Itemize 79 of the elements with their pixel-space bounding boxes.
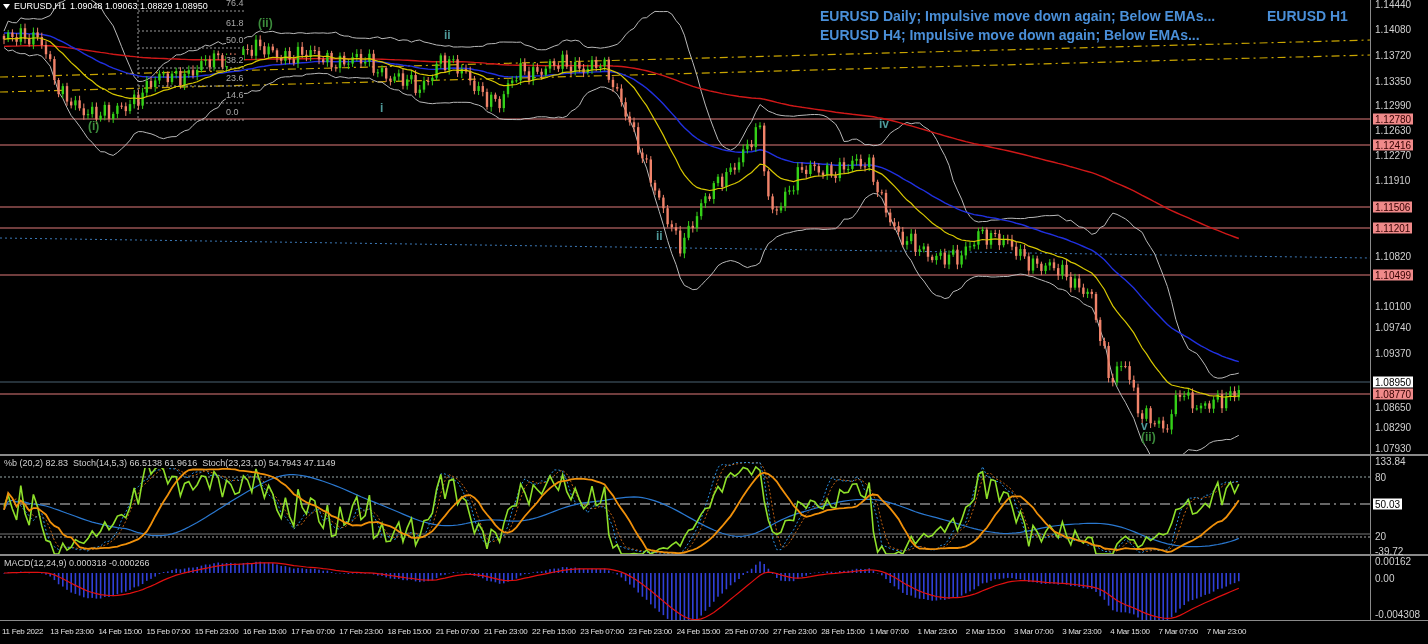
macd-tick-label: -0.004308 (1375, 608, 1421, 620)
fibonacci-level-label: 23.6 (226, 73, 244, 84)
time-tick-label: 25 Feb 07:00 (724, 626, 770, 637)
time-tick-label: 17 Feb 07:00 (291, 626, 336, 637)
fibonacci-level-label: 14.6 (226, 90, 244, 101)
time-tick-label: 4 Mar 15:00 (1110, 626, 1151, 637)
time-tick-label: 3 Mar 23:00 (1062, 626, 1103, 637)
price-tick-label: 1.14440 (1375, 0, 1412, 10)
wave-label: v (1141, 420, 1148, 432)
price-level-label: 1.08950 (1373, 376, 1414, 388)
price-tick-label: 1.14080 (1375, 23, 1412, 35)
price-tick-label: 1.07930 (1375, 442, 1412, 454)
price-level-label: 1.10499 (1373, 269, 1414, 281)
ohlc-values: 1.09048 1.09063 1.08829 1.08950 (70, 1, 208, 11)
oscillator-tick-label: -39.72 (1375, 545, 1404, 557)
chart-annotation: EURUSD H1 (1267, 8, 1348, 24)
macd-tick-label: 0.00162 (1375, 555, 1412, 567)
time-tick-label: 17 Feb 23:00 (339, 626, 384, 637)
time-tick-label: 28 Feb 15:00 (821, 626, 866, 637)
macd-tick-label: 0.00 (1375, 572, 1395, 584)
fibonacci-level-label: 38.2 (226, 55, 244, 66)
oscillator-tick-label: 80 (1375, 471, 1387, 483)
indicator-legend: MACD(12,24,9) 0.000318 -0.000266 (4, 558, 150, 568)
time-tick-label: 27 Feb 23:00 (773, 626, 818, 637)
time-tick-label: 7 Mar 07:00 (1158, 626, 1199, 637)
chart-annotation: EURUSD H4; Impulsive move down again; Below EMAs... (820, 27, 1200, 43)
price-level-label: 1.11506 (1373, 201, 1413, 213)
time-tick-label: 23 Feb 23:00 (628, 626, 673, 637)
time-tick-label: 18 Feb 15:00 (387, 626, 433, 637)
fibonacci-level-label: 0.0 (226, 107, 239, 118)
price-level-label: 1.12416 (1373, 139, 1414, 151)
time-tick-label: 16 Feb 15:00 (242, 626, 288, 637)
time-tick-label: 11 Feb 2022 (2, 626, 45, 637)
time-tick-label: 7 Mar 23:00 (1206, 626, 1248, 637)
time-tick-label: 1 Mar 23:00 (917, 626, 958, 637)
wave-label: (i) (88, 120, 100, 132)
oscillator-tick-label: 20 (1375, 530, 1387, 542)
wave-label: (ii) (1141, 431, 1156, 443)
price-tick-label: 1.13720 (1375, 49, 1412, 61)
fibonacci-level-label: 61.8 (226, 18, 244, 29)
price-tick-label: 1.09370 (1375, 347, 1412, 359)
time-tick-label: 14 Feb 15:00 (98, 626, 143, 637)
time-tick-label: 15 Feb 07:00 (146, 626, 192, 637)
price-tick-label: 1.10100 (1375, 300, 1412, 312)
price-tick-label: 1.13350 (1375, 75, 1412, 87)
oscillator-tick-label: 133.84 (1375, 455, 1406, 467)
fibonacci-level-label: 50.0 (226, 35, 244, 46)
price-tick-label: 1.11910 (1375, 174, 1411, 186)
price-tick-label: 1.12270 (1375, 149, 1412, 161)
fibonacci-level-label: 76.4 (226, 0, 244, 9)
price-level-label: 1.11201 (1373, 222, 1413, 234)
wave-label: i (380, 102, 384, 114)
oscillator-value-label: 50.03 (1373, 498, 1403, 510)
indicator-legend: %b (20,2) 82.83 Stoch(14,5,3) 66.5138 61.9616 Stoch(23,23,10) 54.7943 47.1149 (4, 458, 336, 468)
price-tick-label: 1.10820 (1375, 250, 1412, 262)
chart-annotation: EURUSD Daily; Impulsive move down again; Below EMAs... (820, 8, 1216, 24)
price-level-label: 1.12780 (1373, 113, 1414, 125)
wave-label: ii (444, 29, 451, 41)
time-tick-label: 15 Feb 23:00 (194, 626, 240, 637)
time-tick-label: 1 Mar 07:00 (869, 626, 910, 637)
price-tick-label: 1.09740 (1375, 321, 1412, 333)
time-tick-label: 24 Feb 15:00 (676, 626, 722, 637)
time-tick-label: 21 Feb 07:00 (435, 626, 481, 637)
wave-label: (ii) (258, 17, 273, 29)
price-level-label: 1.08770 (1373, 388, 1414, 400)
time-tick-label: 23 Feb 07:00 (580, 626, 625, 637)
dropdown-icon[interactable] (3, 3, 10, 9)
time-tick-label: 21 Feb 23:00 (483, 626, 529, 637)
time-tick-label: 22 Feb 15:00 (532, 626, 577, 637)
price-tick-label: 1.12630 (1375, 124, 1412, 136)
wave-label: ii (656, 230, 663, 242)
wave-label: iv (879, 118, 889, 130)
time-tick-label: 2 Mar 15:00 (965, 626, 1007, 637)
price-tick-label: 1.08650 (1375, 401, 1412, 413)
symbol-label: EURUSD,H1 (14, 1, 66, 11)
price-tick-label: 1.08290 (1375, 421, 1412, 433)
price-tick-label: 1.12990 (1375, 99, 1412, 111)
time-tick-label: 3 Mar 07:00 (1013, 626, 1055, 637)
time-tick-label: 13 Feb 23:00 (50, 626, 95, 637)
